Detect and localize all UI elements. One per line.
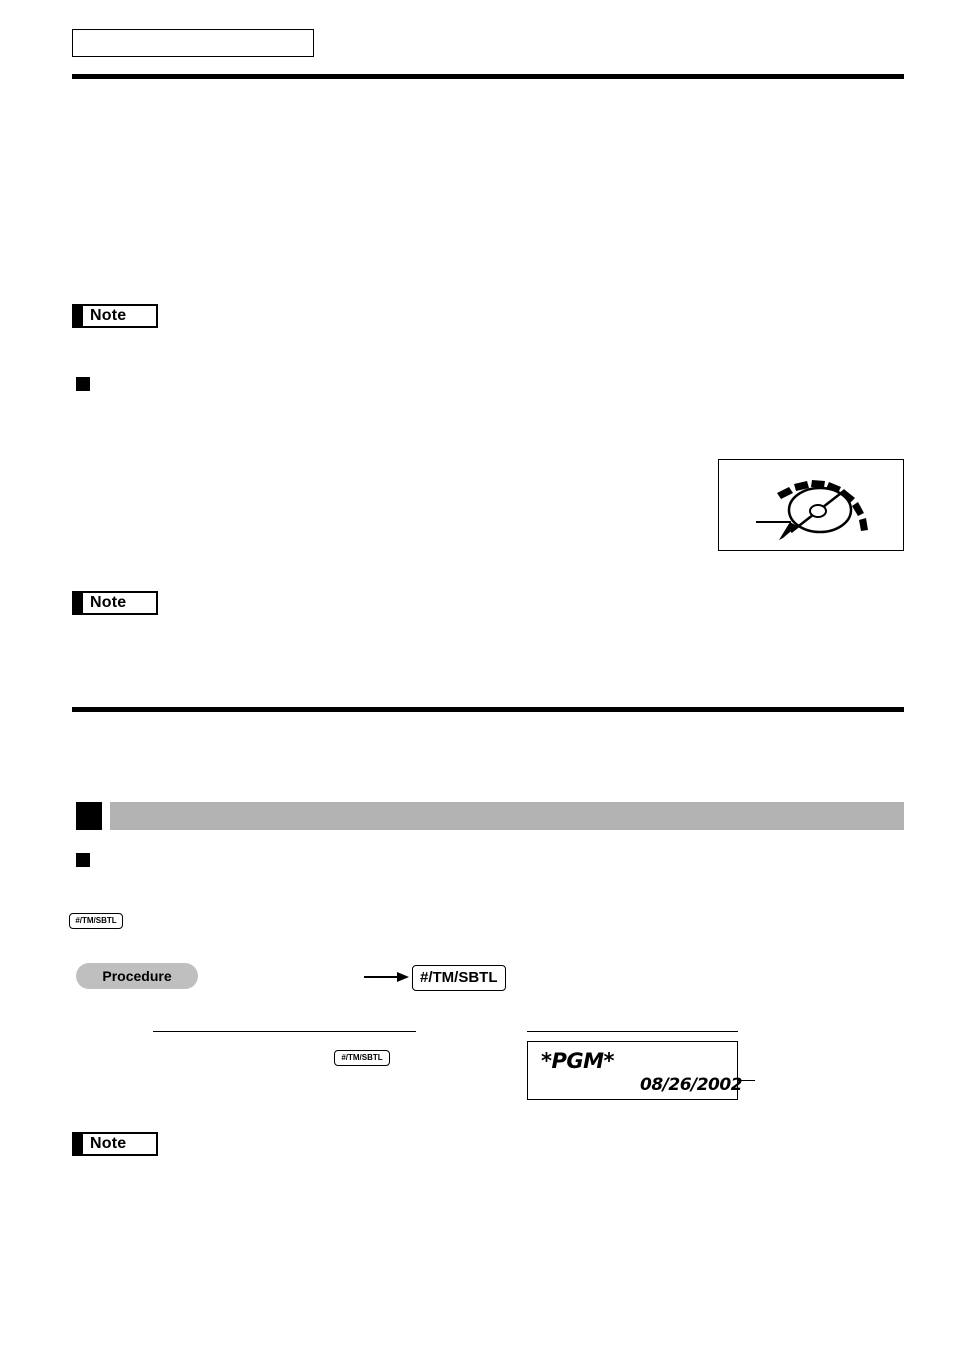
procedure-line-right — [527, 1031, 738, 1032]
note-bar-icon — [74, 593, 83, 613]
mode-dial-illustration — [718, 459, 904, 551]
procedure-label: Procedure — [102, 968, 172, 984]
bullet-square-2 — [76, 853, 90, 867]
mid-horizontal-rule — [72, 707, 904, 712]
key-subtotal-small-1[interactable]: #/TM/SBTL — [69, 913, 123, 929]
key-subtotal-large[interactable]: #/TM/SBTL — [412, 965, 506, 991]
note-badge-1: Note — [72, 304, 158, 328]
note-bar-icon — [74, 1134, 83, 1154]
mode-dial-icon — [756, 480, 868, 540]
note-label-1: Note — [90, 307, 127, 324]
key-subtotal-large-label: #/TM/SBTL — [420, 969, 498, 986]
note-label-2: Note — [90, 594, 127, 611]
bullet-square-1 — [76, 377, 90, 391]
note-label-3: Note — [90, 1135, 127, 1152]
note-bar-icon — [74, 306, 83, 326]
arrow-right-icon — [364, 972, 409, 982]
display-window: *PGM* 08/26/2002 — [527, 1041, 743, 1100]
note-badge-2: Note — [72, 591, 158, 615]
key-subtotal-small-1-label: #/TM/SBTL — [75, 916, 117, 925]
key-subtotal-small-2[interactable]: #/TM/SBTL — [334, 1050, 390, 1066]
section-heading-band — [110, 802, 904, 830]
display-mode-text: *PGM* — [541, 1049, 615, 1073]
display-date-text: 08/26/2002 — [640, 1075, 743, 1095]
key-subtotal-small-2-label: #/TM/SBTL — [341, 1053, 383, 1062]
header-title-box — [72, 29, 314, 57]
display-leader-line — [738, 1080, 755, 1081]
top-horizontal-rule — [72, 74, 904, 79]
procedure-pill: Procedure — [76, 963, 198, 989]
note-badge-3: Note — [72, 1132, 158, 1156]
section-heading-marker — [76, 802, 102, 830]
procedure-line-left — [153, 1031, 416, 1032]
